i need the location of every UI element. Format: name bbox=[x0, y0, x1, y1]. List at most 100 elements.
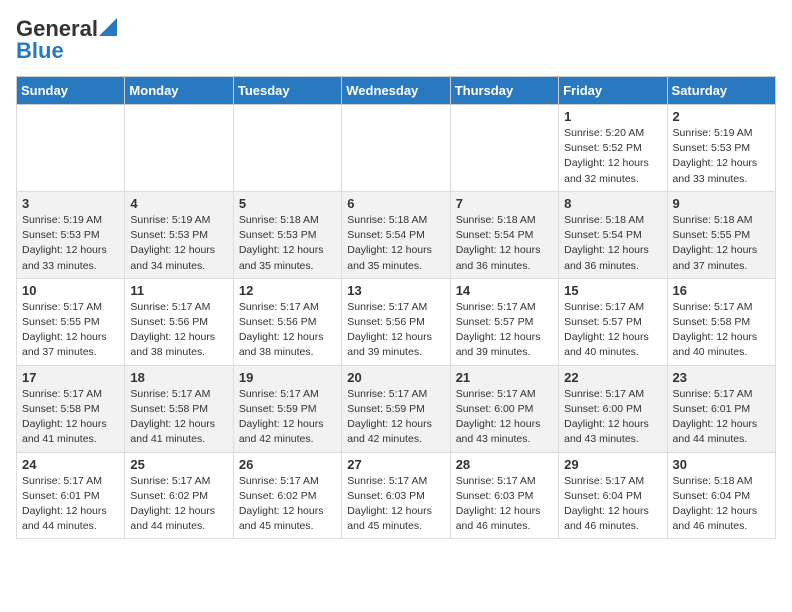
day-number: 20 bbox=[347, 370, 444, 385]
day-info: Sunrise: 5:17 AMSunset: 5:57 PMDaylight:… bbox=[564, 300, 661, 361]
day-info: Sunrise: 5:18 AMSunset: 5:54 PMDaylight:… bbox=[456, 213, 553, 274]
calendar-cell: 17 Sunrise: 5:17 AMSunset: 5:58 PMDayligh… bbox=[17, 365, 125, 452]
page-header: General Blue bbox=[16, 16, 776, 64]
calendar-cell: 28 Sunrise: 5:17 AMSunset: 6:03 PMDayligh… bbox=[450, 452, 558, 539]
day-info: Sunrise: 5:17 AMSunset: 6:00 PMDaylight:… bbox=[564, 387, 661, 448]
calendar-cell bbox=[342, 105, 450, 192]
day-number: 7 bbox=[456, 196, 553, 211]
day-number: 26 bbox=[239, 457, 336, 472]
weekday-header: Thursday bbox=[450, 77, 558, 105]
weekday-header: Sunday bbox=[17, 77, 125, 105]
calendar-cell bbox=[17, 105, 125, 192]
day-number: 13 bbox=[347, 283, 444, 298]
calendar-week-row: 1 Sunrise: 5:20 AMSunset: 5:52 PMDaylight… bbox=[17, 105, 776, 192]
day-number: 25 bbox=[130, 457, 227, 472]
calendar-header-row: SundayMondayTuesdayWednesdayThursdayFrid… bbox=[17, 77, 776, 105]
day-info: Sunrise: 5:17 AMSunset: 6:00 PMDaylight:… bbox=[456, 387, 553, 448]
day-number: 16 bbox=[673, 283, 770, 298]
day-number: 30 bbox=[673, 457, 770, 472]
day-info: Sunrise: 5:17 AMSunset: 5:55 PMDaylight:… bbox=[22, 300, 119, 361]
day-number: 21 bbox=[456, 370, 553, 385]
day-info: Sunrise: 5:17 AMSunset: 5:59 PMDaylight:… bbox=[347, 387, 444, 448]
logo-icon bbox=[99, 18, 117, 36]
logo: General Blue bbox=[16, 16, 117, 64]
calendar-cell: 21 Sunrise: 5:17 AMSunset: 6:00 PMDayligh… bbox=[450, 365, 558, 452]
day-number: 6 bbox=[347, 196, 444, 211]
calendar-cell: 8Sunrise: 5:18 AMSunset: 5:54 PMDaylight… bbox=[559, 191, 667, 278]
day-number: 3 bbox=[22, 196, 119, 211]
calendar-cell: 27Sunrise: 5:17 AMSunset: 6:03 PMDayligh… bbox=[342, 452, 450, 539]
calendar-cell bbox=[450, 105, 558, 192]
calendar-cell: 10 Sunrise: 5:17 AMSunset: 5:55 PMDayligh… bbox=[17, 278, 125, 365]
calendar-week-row: 3 Sunrise: 5:19 AMSunset: 5:53 PMDaylight… bbox=[17, 191, 776, 278]
calendar-cell: 22 Sunrise: 5:17 AMSunset: 6:00 PMDayligh… bbox=[559, 365, 667, 452]
calendar-cell: 3 Sunrise: 5:19 AMSunset: 5:53 PMDaylight… bbox=[17, 191, 125, 278]
day-info: Sunrise: 5:19 AMSunset: 5:53 PMDaylight:… bbox=[130, 213, 227, 274]
day-number: 15 bbox=[564, 283, 661, 298]
calendar-cell: 23 Sunrise: 5:17 AMSunset: 6:01 PMDayligh… bbox=[667, 365, 775, 452]
calendar-body: 1 Sunrise: 5:20 AMSunset: 5:52 PMDaylight… bbox=[17, 105, 776, 539]
day-number: 22 bbox=[564, 370, 661, 385]
logo-blue: Blue bbox=[16, 38, 64, 64]
calendar-table: SundayMondayTuesdayWednesdayThursdayFrid… bbox=[16, 76, 776, 539]
day-info: Sunrise: 5:18 AMSunset: 5:53 PMDaylight:… bbox=[239, 213, 336, 274]
day-number: 11 bbox=[130, 283, 227, 298]
day-info: Sunrise: 5:17 AMSunset: 6:04 PMDaylight:… bbox=[564, 474, 661, 535]
calendar-cell bbox=[125, 105, 233, 192]
calendar-cell: 6 Sunrise: 5:18 AMSunset: 5:54 PMDaylight… bbox=[342, 191, 450, 278]
weekday-header: Wednesday bbox=[342, 77, 450, 105]
day-number: 24 bbox=[22, 457, 119, 472]
calendar-cell: 16 Sunrise: 5:17 AMSunset: 5:58 PMDayligh… bbox=[667, 278, 775, 365]
day-info: Sunrise: 5:17 AMSunset: 6:02 PMDaylight:… bbox=[130, 474, 227, 535]
day-info: Sunrise: 5:17 AMSunset: 5:58 PMDaylight:… bbox=[22, 387, 119, 448]
day-number: 23 bbox=[673, 370, 770, 385]
day-info: Sunrise: 5:19 AMSunset: 5:53 PMDaylight:… bbox=[22, 213, 119, 274]
calendar-cell: 24 Sunrise: 5:17 AMSunset: 6:01 PMDayligh… bbox=[17, 452, 125, 539]
calendar-cell: 12Sunrise: 5:17 AMSunset: 5:56 PMDayligh… bbox=[233, 278, 341, 365]
calendar-cell: 15 Sunrise: 5:17 AMSunset: 5:57 PMDayligh… bbox=[559, 278, 667, 365]
calendar-week-row: 17 Sunrise: 5:17 AMSunset: 5:58 PMDayligh… bbox=[17, 365, 776, 452]
day-info: Sunrise: 5:18 AMSunset: 6:04 PMDaylight:… bbox=[673, 474, 770, 535]
day-number: 29 bbox=[564, 457, 661, 472]
day-info: Sunrise: 5:20 AMSunset: 5:52 PMDaylight:… bbox=[564, 126, 661, 187]
calendar-cell: 7 Sunrise: 5:18 AMSunset: 5:54 PMDaylight… bbox=[450, 191, 558, 278]
day-info: Sunrise: 5:17 AMSunset: 5:58 PMDaylight:… bbox=[673, 300, 770, 361]
day-number: 12 bbox=[239, 283, 336, 298]
day-info: Sunrise: 5:17 AMSunset: 5:56 PMDaylight:… bbox=[347, 300, 444, 361]
day-number: 2 bbox=[673, 109, 770, 124]
day-info: Sunrise: 5:17 AMSunset: 5:58 PMDaylight:… bbox=[130, 387, 227, 448]
day-number: 28 bbox=[456, 457, 553, 472]
day-info: Sunrise: 5:18 AMSunset: 5:54 PMDaylight:… bbox=[564, 213, 661, 274]
day-info: Sunrise: 5:17 AMSunset: 6:01 PMDaylight:… bbox=[673, 387, 770, 448]
calendar-cell: 9Sunrise: 5:18 AMSunset: 5:55 PMDaylight… bbox=[667, 191, 775, 278]
calendar-cell: 1 Sunrise: 5:20 AMSunset: 5:52 PMDaylight… bbox=[559, 105, 667, 192]
day-info: Sunrise: 5:18 AMSunset: 5:55 PMDaylight:… bbox=[673, 213, 770, 274]
calendar-cell: 26 Sunrise: 5:17 AMSunset: 6:02 PMDayligh… bbox=[233, 452, 341, 539]
day-info: Sunrise: 5:17 AMSunset: 6:03 PMDaylight:… bbox=[456, 474, 553, 535]
day-number: 4 bbox=[130, 196, 227, 211]
day-info: Sunrise: 5:17 AMSunset: 5:59 PMDaylight:… bbox=[239, 387, 336, 448]
day-number: 18 bbox=[130, 370, 227, 385]
day-number: 14 bbox=[456, 283, 553, 298]
calendar-cell: 30 Sunrise: 5:18 AMSunset: 6:04 PMDayligh… bbox=[667, 452, 775, 539]
weekday-header: Saturday bbox=[667, 77, 775, 105]
day-info: Sunrise: 5:17 AMSunset: 6:03 PMDaylight:… bbox=[347, 474, 444, 535]
day-number: 17 bbox=[22, 370, 119, 385]
day-number: 19 bbox=[239, 370, 336, 385]
weekday-header: Monday bbox=[125, 77, 233, 105]
calendar-cell: 25 Sunrise: 5:17 AMSunset: 6:02 PMDayligh… bbox=[125, 452, 233, 539]
day-info: Sunrise: 5:17 AMSunset: 5:57 PMDaylight:… bbox=[456, 300, 553, 361]
day-info: Sunrise: 5:18 AMSunset: 5:54 PMDaylight:… bbox=[347, 213, 444, 274]
weekday-header: Tuesday bbox=[233, 77, 341, 105]
day-info: Sunrise: 5:17 AMSunset: 6:02 PMDaylight:… bbox=[239, 474, 336, 535]
calendar-cell: 11 Sunrise: 5:17 AMSunset: 5:56 PMDayligh… bbox=[125, 278, 233, 365]
day-info: Sunrise: 5:17 AMSunset: 5:56 PMDaylight:… bbox=[130, 300, 227, 361]
calendar-cell: 5Sunrise: 5:18 AMSunset: 5:53 PMDaylight… bbox=[233, 191, 341, 278]
day-info: Sunrise: 5:17 AMSunset: 6:01 PMDaylight:… bbox=[22, 474, 119, 535]
day-number: 1 bbox=[564, 109, 661, 124]
day-number: 10 bbox=[22, 283, 119, 298]
calendar-cell: 2Sunrise: 5:19 AMSunset: 5:53 PMDaylight… bbox=[667, 105, 775, 192]
calendar-week-row: 10 Sunrise: 5:17 AMSunset: 5:55 PMDayligh… bbox=[17, 278, 776, 365]
calendar-cell: 4 Sunrise: 5:19 AMSunset: 5:53 PMDaylight… bbox=[125, 191, 233, 278]
weekday-header: Friday bbox=[559, 77, 667, 105]
